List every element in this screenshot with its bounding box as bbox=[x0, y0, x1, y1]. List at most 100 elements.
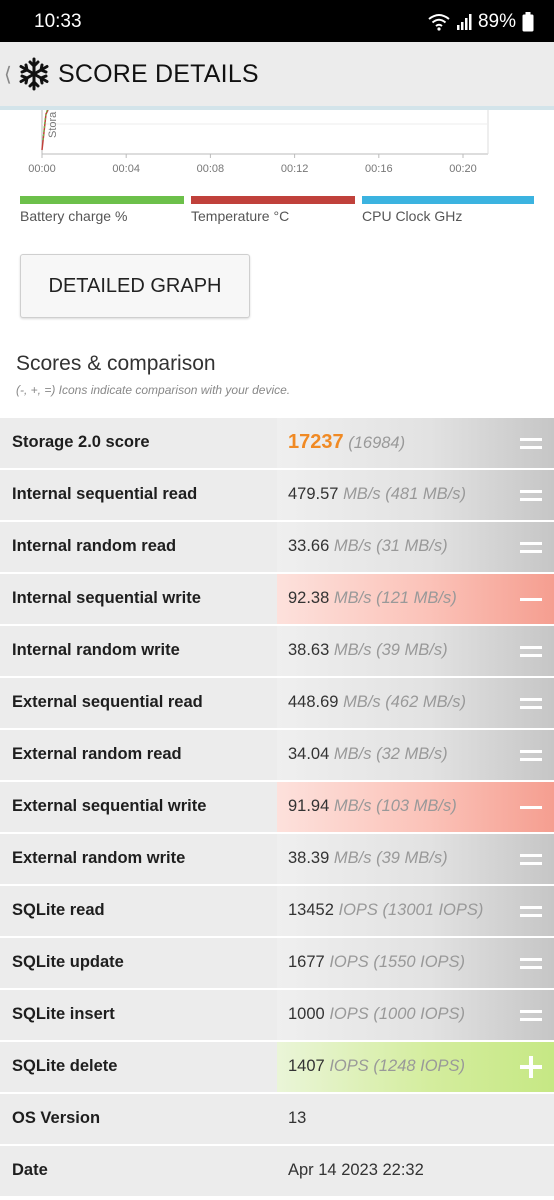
score-value: 1000 IOPS (1000 IOPS) bbox=[288, 1005, 465, 1024]
score-value-number: 13452 bbox=[288, 901, 334, 919]
score-comparison-value: (1550 IOPS) bbox=[373, 953, 466, 971]
legend-temperature-swatch bbox=[191, 196, 355, 204]
score-value-cell: 1677 IOPS (1550 IOPS) bbox=[277, 938, 554, 988]
app-header: ⟨ SCORE DETAILS bbox=[0, 42, 554, 110]
score-value-unit: MB/s bbox=[333, 797, 372, 815]
x-axis-tick-labels: 00:00 00:04 00:08 00:12 00:16 00:20 bbox=[28, 163, 477, 175]
score-comparison-value: (462 MB/s) bbox=[385, 693, 466, 711]
score-value-cell: 1000 IOPS (1000 IOPS) bbox=[277, 990, 554, 1040]
status-time: 10:33 bbox=[34, 11, 82, 32]
score-row-label: SQLite delete bbox=[12, 1057, 118, 1075]
equal-icon bbox=[518, 1002, 544, 1028]
score-value-number: 1677 bbox=[288, 953, 325, 971]
y-axis-label: Stora bbox=[47, 111, 59, 138]
info-row-label: Date bbox=[12, 1161, 48, 1179]
score-value-unit: IOPS bbox=[338, 901, 378, 919]
status-bar: 10:33 89% bbox=[0, 0, 554, 42]
score-row-label: SQLite update bbox=[12, 953, 124, 971]
score-comparison-value: (481 MB/s) bbox=[385, 485, 466, 503]
score-comparison-value: (1248 IOPS) bbox=[373, 1057, 466, 1075]
score-row: External random read 34.04 MB/s (32 MB/s) bbox=[0, 730, 554, 780]
info-row-value: 13 bbox=[288, 1109, 307, 1127]
score-row-label: SQLite insert bbox=[12, 1005, 115, 1023]
snowflake-icon bbox=[19, 57, 49, 91]
score-value-unit: IOPS bbox=[329, 953, 369, 971]
score-value: 38.63 MB/s (39 MB/s) bbox=[288, 641, 448, 660]
score-value-cell: 13452 IOPS (13001 IOPS) bbox=[277, 886, 554, 936]
minus-icon bbox=[518, 586, 544, 612]
x-axis-ticks bbox=[41, 154, 464, 158]
score-value-cell: 34.04 MB/s (32 MB/s) bbox=[277, 730, 554, 780]
score-value: 33.66 MB/s (31 MB/s) bbox=[288, 537, 448, 556]
score-comparison-value: (31 MB/s) bbox=[376, 537, 448, 555]
score-comparison-value: (39 MB/s) bbox=[376, 849, 448, 867]
score-value-number: 33.66 bbox=[288, 537, 330, 555]
legend-cpu-clock: CPU Clock GHz bbox=[362, 196, 534, 226]
equal-icon bbox=[518, 742, 544, 768]
score-value-cell: 17237 (16984) bbox=[277, 418, 554, 468]
monitoring-graph: Stora 00:00 00:04 00:08 00:12 00:16 00:20 bbox=[0, 110, 554, 190]
legend-temperature: Temperature °C bbox=[191, 196, 355, 226]
score-value-number: 17237 bbox=[288, 431, 344, 453]
status-icons: 89% bbox=[428, 11, 534, 33]
score-value-unit: MB/s bbox=[333, 537, 372, 555]
detailed-graph-button[interactable]: DETAILED GRAPH bbox=[20, 254, 250, 318]
score-row: External random write 38.39 MB/s (39 MB/s… bbox=[0, 834, 554, 884]
x-axis-tick-label: 00:00 bbox=[28, 163, 56, 175]
score-row: Internal sequential read 479.57 MB/s (481… bbox=[0, 470, 554, 520]
score-value-cell: 38.39 MB/s (39 MB/s) bbox=[277, 834, 554, 884]
x-axis-tick-label: 00:16 bbox=[365, 163, 393, 175]
scores-section-subtitle: (-, +, =) Icons indicate comparison with… bbox=[16, 383, 291, 397]
score-row: External sequential write 91.94 MB/s (103… bbox=[0, 782, 554, 832]
score-comparison-value: (32 MB/s) bbox=[376, 745, 448, 763]
score-value-unit: MB/s bbox=[343, 485, 381, 503]
info-row-value: Apr 14 2023 22:32 bbox=[288, 1161, 424, 1179]
score-row-label: Internal sequential write bbox=[12, 589, 201, 607]
score-value: 91.94 MB/s (103 MB/s) bbox=[288, 797, 457, 816]
x-axis-tick-label: 00:20 bbox=[449, 163, 477, 175]
score-value-unit: IOPS bbox=[329, 1057, 369, 1075]
score-value-unit: IOPS bbox=[329, 1005, 369, 1023]
score-value-cell: 448.69 MB/s (462 MB/s) bbox=[277, 678, 554, 728]
score-value-cell: 1407 IOPS (1248 IOPS) bbox=[277, 1042, 554, 1092]
equal-icon bbox=[518, 534, 544, 560]
graph-canvas: Stora 00:00 00:04 00:08 00:12 00:16 00:20 bbox=[28, 110, 489, 175]
score-value: 448.69 MB/s (462 MB/s) bbox=[288, 693, 466, 712]
score-row-label: External random write bbox=[12, 849, 186, 867]
score-value: 479.57 MB/s (481 MB/s) bbox=[288, 485, 466, 504]
score-value-unit: MB/s bbox=[333, 589, 372, 607]
score-row: Storage 2.0 score 17237 (16984) bbox=[0, 418, 554, 468]
score-value: 34.04 MB/s (32 MB/s) bbox=[288, 745, 448, 764]
equal-icon bbox=[518, 482, 544, 508]
score-value-number: 38.63 bbox=[288, 641, 330, 659]
info-row: Date Apr 14 2023 22:32 bbox=[0, 1146, 554, 1196]
score-row: SQLite delete 1407 IOPS (1248 IOPS) bbox=[0, 1042, 554, 1092]
score-comparison-value: (16984) bbox=[348, 434, 406, 452]
x-axis-tick-label: 00:04 bbox=[112, 163, 140, 175]
battery-icon bbox=[522, 12, 534, 32]
score-value-unit: MB/s bbox=[333, 641, 372, 659]
score-row: SQLite update 1677 IOPS (1550 IOPS) bbox=[0, 938, 554, 988]
legend-cpu-clock-label: CPU Clock GHz bbox=[362, 208, 463, 224]
x-axis-tick-label: 00:12 bbox=[281, 163, 309, 175]
score-value-cell: 33.66 MB/s (31 MB/s) bbox=[277, 522, 554, 572]
info-row-label: OS Version bbox=[12, 1109, 101, 1127]
score-row: Internal random write 38.63 MB/s (39 MB/s… bbox=[0, 626, 554, 676]
equal-icon bbox=[518, 430, 544, 456]
score-value-number: 92.38 bbox=[288, 589, 330, 607]
score-row-label: Internal sequential read bbox=[12, 485, 198, 503]
score-value-unit: MB/s bbox=[333, 849, 372, 867]
equal-icon bbox=[518, 638, 544, 664]
legend-temperature-label: Temperature °C bbox=[191, 208, 290, 224]
legend-battery-label: Battery charge % bbox=[20, 208, 128, 224]
info-row: OS Version 13 bbox=[0, 1094, 554, 1144]
x-axis-tick-label: 00:08 bbox=[197, 163, 225, 175]
score-comparison-value: (121 MB/s) bbox=[376, 589, 457, 607]
back-chevron-icon[interactable]: ⟨ bbox=[4, 62, 12, 87]
score-value-unit: MB/s bbox=[343, 693, 381, 711]
page-title: SCORE DETAILS bbox=[58, 60, 259, 88]
score-row-label: Internal random read bbox=[12, 537, 177, 555]
score-row-label: Storage 2.0 score bbox=[12, 433, 150, 451]
score-value: 17237 (16984) bbox=[288, 431, 405, 454]
equal-icon bbox=[518, 690, 544, 716]
